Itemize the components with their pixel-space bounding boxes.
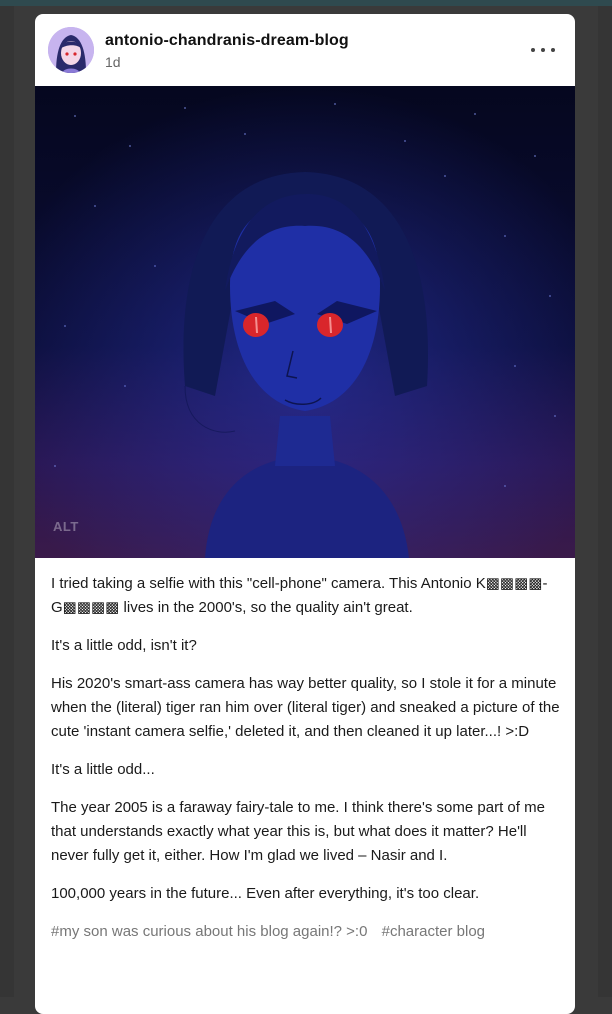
post-timestamp[interactable]: 1d — [105, 54, 121, 70]
alt-text-badge[interactable]: ALT — [53, 519, 79, 534]
post-body: I tried taking a selfie with this "cell-… — [51, 572, 563, 944]
post-header: antonio-chandranis-dream-blog 1d — [35, 14, 575, 86]
dot — [541, 48, 545, 52]
dot — [531, 48, 535, 52]
tag-list: #my son was curious about his blog again… — [51, 920, 563, 944]
post-image[interactable]: ALT — [35, 86, 575, 558]
post-paragraph: The year 2005 is a faraway fairy-tale to… — [51, 799, 545, 864]
blog-name[interactable]: antonio-chandranis-dream-blog — [105, 32, 349, 50]
post-paragraph: I tried taking a selfie with this "cell-… — [51, 575, 548, 616]
more-options-icon[interactable] — [531, 38, 555, 62]
avatar[interactable] — [48, 27, 94, 73]
post-paragraph: It's a little odd... — [51, 761, 155, 778]
post-card: antonio-chandranis-dream-blog 1d ALT I t… — [35, 14, 575, 1014]
dot — [551, 48, 555, 52]
tag-link[interactable]: #character blog — [382, 923, 485, 940]
post-paragraph: It's a little odd, isn't it? — [51, 637, 197, 654]
left-gutter — [0, 6, 14, 997]
selfie-illustration — [35, 86, 575, 558]
post-paragraph: 100,000 years in the future... Even afte… — [51, 885, 480, 902]
post-paragraph: His 2020's smart-ass camera has way bett… — [51, 675, 560, 740]
browser-top-strip — [0, 0, 612, 6]
tag-link[interactable]: #my son was curious about his blog again… — [51, 923, 367, 940]
avatar-illustration — [48, 27, 94, 73]
right-gutter — [598, 6, 612, 997]
